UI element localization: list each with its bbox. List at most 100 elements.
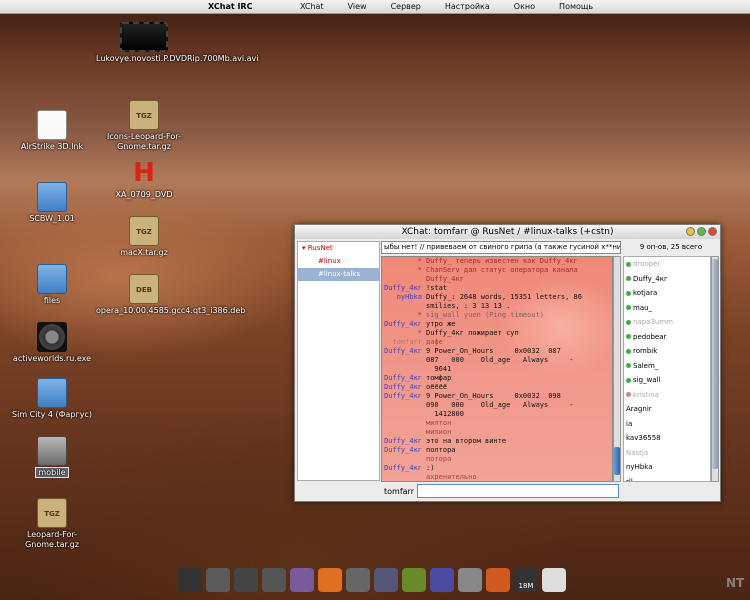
deb-package-icon: DEB bbox=[129, 274, 159, 304]
desktop-icon-simcity[interactable]: Sim City 4 (Фаргус) bbox=[4, 378, 100, 420]
tree-network[interactable]: ▾ RusNet bbox=[298, 242, 379, 255]
desktop-icon-lukovye[interactable]: Lukovye.novosti.P.DVDRip.700Mb.avi.avi bbox=[96, 22, 259, 64]
tree-channel-linux-talks[interactable]: #linux-talks bbox=[298, 268, 379, 281]
user-list-item[interactable]: kotjara bbox=[624, 286, 710, 301]
chat-text: потора bbox=[426, 455, 452, 463]
user-list-item[interactable]: kristina bbox=[624, 388, 710, 403]
minimize-icon[interactable] bbox=[686, 227, 695, 236]
desktop-icon-xa-dvd[interactable]: H XA_0709_DVD bbox=[96, 158, 192, 200]
folder-icon bbox=[37, 264, 67, 294]
tree-channel-linux[interactable]: #linux bbox=[298, 255, 379, 268]
user-list-item[interactable]: rombik bbox=[624, 344, 710, 359]
desktop-icon-mobile[interactable]: mobile bbox=[4, 436, 100, 478]
chat-nick[interactable]: tomfarr bbox=[382, 338, 422, 347]
xchat-icon[interactable] bbox=[318, 568, 342, 592]
app2-icon[interactable] bbox=[346, 568, 370, 592]
app6-icon[interactable] bbox=[458, 568, 482, 592]
desktop-icon-leopard[interactable]: TGZ Leopard-For-Gnome.tar.gz bbox=[4, 498, 100, 550]
chat-nick[interactable]: Duffy_4кг bbox=[382, 320, 422, 329]
desktop-icon-label: mobile bbox=[35, 467, 69, 478]
monitor-icon[interactable]: 18M bbox=[514, 568, 538, 592]
message-input[interactable] bbox=[417, 484, 619, 498]
desktop-icon-airstrike[interactable]: AirStrike 3D.lnk bbox=[4, 110, 100, 152]
menu-settings[interactable]: Настройка bbox=[433, 2, 502, 11]
ubuntu-icon[interactable] bbox=[486, 568, 510, 592]
desktop-icon-scbw[interactable]: SCBW_1.01 bbox=[4, 182, 100, 224]
menu-window[interactable]: Окно bbox=[502, 2, 547, 11]
desktop-icon-activeworlds[interactable]: activeworlds.ru.exe bbox=[4, 322, 100, 364]
user-list-item[interactable]: ia bbox=[624, 417, 710, 432]
chat-nick[interactable]: Duffy_4кг bbox=[382, 347, 422, 356]
app5-icon[interactable] bbox=[430, 568, 454, 592]
chat-text: 9641 bbox=[426, 365, 452, 373]
app4-icon[interactable] bbox=[402, 568, 426, 592]
user-list-item[interactable]: drooper bbox=[624, 257, 710, 272]
user-list-item[interactable]: Nastja bbox=[624, 446, 710, 461]
user-name: Nastja bbox=[626, 448, 649, 457]
app3-icon[interactable] bbox=[374, 568, 398, 592]
user-list-item[interactable]: sig_wall bbox=[624, 373, 710, 388]
help2-icon[interactable] bbox=[262, 568, 286, 592]
desktop-icon-opera[interactable]: DEB opera_10.00.4585.gcc4.qt3_i386.deb bbox=[96, 274, 245, 316]
menu-help[interactable]: Помощь bbox=[547, 2, 605, 11]
gimp-icon[interactable] bbox=[206, 568, 230, 592]
scroll-thumb[interactable] bbox=[614, 447, 620, 475]
chat-text: ChanServ дал статус оператора канала bbox=[426, 266, 578, 274]
chat-nick[interactable]: Duffy_4кг bbox=[382, 374, 422, 383]
op-status-icon bbox=[626, 276, 631, 281]
user-list-item[interactable]: Duffy_4кг bbox=[624, 272, 710, 287]
user-list-item[interactable]: pedobear bbox=[624, 330, 710, 345]
chat-text: 1412800 bbox=[426, 410, 464, 418]
chat-nick[interactable]: Duffy_4кг bbox=[382, 464, 422, 473]
chat-scrollbar[interactable] bbox=[613, 256, 621, 482]
desktop-icon-macx[interactable]: TGZ macX.tar.gz bbox=[96, 216, 192, 258]
menu-xchat[interactable]: XChat bbox=[288, 2, 336, 11]
user-list-item[interactable]: mau_ bbox=[624, 301, 710, 316]
chat-nick[interactable]: * bbox=[382, 329, 422, 338]
maximize-icon[interactable] bbox=[697, 227, 706, 236]
menu-server[interactable]: Сервер bbox=[379, 2, 433, 11]
chat-nick[interactable]: Duffy_4кг bbox=[382, 392, 422, 401]
userlist-scrollbar[interactable] bbox=[711, 256, 719, 482]
menu-view[interactable]: View bbox=[336, 2, 379, 11]
close-icon[interactable] bbox=[708, 227, 717, 236]
topic-field[interactable]: ыбы нет! // привеваем от свиного грипа (… bbox=[381, 241, 621, 254]
desktop-icon-icons-leopard[interactable]: TGZ Icons-Leopard-For-Gnome.tar.gz bbox=[96, 100, 192, 152]
terminal-icon[interactable] bbox=[178, 568, 202, 592]
video-file-icon bbox=[120, 22, 168, 52]
chat-nick[interactable]: Duffy_4кг bbox=[382, 446, 422, 455]
user-list-item[interactable]: nyHbka bbox=[624, 460, 710, 475]
chat-nick[interactable]: Duffy_4кг bbox=[382, 383, 422, 392]
user-list-item[interactable]: rll_ bbox=[624, 475, 710, 482]
scroll-thumb[interactable] bbox=[712, 259, 718, 469]
chat-nick[interactable]: nyHbka bbox=[382, 293, 422, 302]
user-list-item[interactable]: Salem_ bbox=[624, 359, 710, 374]
op-status-icon bbox=[626, 334, 631, 339]
chat-nick[interactable]: * bbox=[382, 311, 422, 320]
chat-nick[interactable]: * bbox=[382, 266, 422, 275]
op-status-icon bbox=[626, 363, 631, 368]
tux-icon[interactable] bbox=[542, 568, 566, 592]
desktop-icon-files[interactable]: files bbox=[4, 264, 100, 306]
nick-button[interactable]: tomfarr bbox=[381, 484, 417, 499]
chat-text: sig_wall yuen (Ping timeout) bbox=[426, 311, 545, 319]
help-icon[interactable] bbox=[234, 568, 258, 592]
hbo-logo-icon: H bbox=[133, 158, 155, 188]
user-name: kav36558 bbox=[626, 434, 661, 442]
app-icon[interactable] bbox=[290, 568, 314, 592]
user-list[interactable]: drooper Duffy_4кг kotjara mau_ napa3umm pedob… bbox=[623, 256, 711, 482]
window-titlebar[interactable]: XChat: tomfarr @ RusNet / #linux-talks (… bbox=[295, 225, 720, 239]
chat-nick[interactable]: * bbox=[382, 257, 422, 266]
app-name: XChat IRC bbox=[208, 2, 253, 11]
user-name: Aragnir bbox=[626, 405, 652, 413]
chat-buffer[interactable]: * Duffy_ теперь известен как Duffy_4кг * Ch… bbox=[381, 256, 613, 482]
chat-nick[interactable]: Duffy_4кг bbox=[382, 284, 422, 293]
desktop-icon-label: Lukovye.novosti.P.DVDRip.700Mb.avi.avi bbox=[96, 54, 259, 63]
op-status-icon bbox=[626, 319, 631, 325]
chat-text: !stat bbox=[426, 284, 448, 292]
user-list-item[interactable]: napa3umm bbox=[624, 315, 710, 330]
user-list-item[interactable]: kav36558 bbox=[624, 431, 710, 446]
tgz-archive-icon: TGZ bbox=[129, 100, 159, 130]
chat-nick[interactable]: Duffy_4кг bbox=[382, 437, 422, 446]
user-list-item[interactable]: Aragnir bbox=[624, 402, 710, 417]
